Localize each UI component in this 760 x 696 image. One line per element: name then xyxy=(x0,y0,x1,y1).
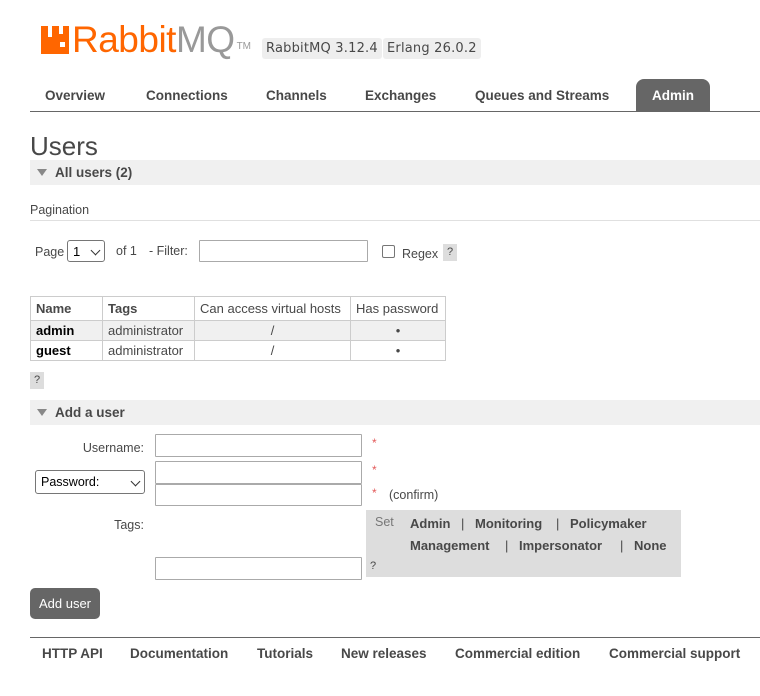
page-select-value: 1 xyxy=(73,243,81,259)
tag-option-none[interactable]: None xyxy=(634,538,667,553)
tab-connections[interactable]: Connections xyxy=(146,79,228,111)
password-input[interactable] xyxy=(155,461,362,484)
main-nav-tabs: Overview Connections Channels Exchanges … xyxy=(30,79,760,112)
tab-queues-and-streams[interactable]: Queues and Streams xyxy=(475,79,609,111)
collapse-triangle-icon xyxy=(37,409,47,416)
confirm-label: (confirm) xyxy=(389,488,439,502)
page-label: Page xyxy=(35,245,65,259)
page-select[interactable]: 1 xyxy=(67,240,105,262)
all-users-section-toggle[interactable]: All users (2) xyxy=(30,160,760,185)
password-mode-select[interactable]: Password: xyxy=(35,470,145,494)
tab-overview[interactable]: Overview xyxy=(45,79,105,111)
all-users-section-label: All users (2) xyxy=(55,165,133,180)
add-user-button[interactable]: Add user xyxy=(30,588,100,619)
column-header-vhosts: Can access virtual hosts xyxy=(194,296,351,321)
regex-checkbox[interactable] xyxy=(382,245,395,258)
user-name-link[interactable]: admin xyxy=(30,320,103,341)
column-header-name: Name xyxy=(30,296,103,321)
page-count: of 1 xyxy=(116,244,137,258)
password-mode-value: Password: xyxy=(41,475,100,489)
tags-set-label: Set xyxy=(375,515,394,529)
table-row: admin administrator / • xyxy=(30,320,446,341)
footer-divider xyxy=(30,637,760,638)
collapse-triangle-icon xyxy=(37,169,47,176)
tag-option-policymaker[interactable]: Policymaker xyxy=(570,516,647,531)
filter-input[interactable] xyxy=(199,240,368,262)
user-has-password: • xyxy=(350,340,446,361)
chevron-down-icon xyxy=(90,245,101,256)
tag-option-admin[interactable]: Admin xyxy=(410,516,450,531)
tag-separator: | xyxy=(556,516,560,531)
username-input[interactable] xyxy=(155,434,362,457)
regex-label: Regex xyxy=(402,247,439,261)
tag-option-monitoring[interactable]: Monitoring xyxy=(475,516,542,531)
tab-exchanges[interactable]: Exchanges xyxy=(365,79,436,111)
user-has-password: • xyxy=(350,320,446,341)
tag-separator: | xyxy=(461,516,465,531)
logo-trademark: TM xyxy=(236,40,252,52)
tags-input[interactable] xyxy=(155,557,362,580)
tag-option-impersonator[interactable]: Impersonator xyxy=(519,538,602,553)
tags-quick-set-panel: Set Admin | Monitoring | Policymaker Man… xyxy=(366,510,681,577)
table-help-icon[interactable]: ? xyxy=(30,372,44,389)
tag-separator: | xyxy=(620,538,624,553)
footer-link-commercial-support[interactable]: Commercial support xyxy=(609,646,740,661)
erlang-version-badge: Erlang 26.0.2 xyxy=(383,38,481,59)
add-user-section-toggle[interactable]: Add a user xyxy=(30,400,760,425)
logo-text-mq: MQ xyxy=(175,19,235,60)
user-tags: administrator xyxy=(102,340,195,361)
tag-separator: | xyxy=(505,538,509,553)
table-row: guest administrator / • xyxy=(30,340,446,361)
pagination-divider xyxy=(30,220,760,221)
column-header-has-password: Has password xyxy=(350,296,446,321)
tags-label: Tags: xyxy=(114,518,144,532)
username-required-mark: * xyxy=(372,436,377,450)
filter-help-icon[interactable]: ? xyxy=(443,244,457,261)
user-name-link[interactable]: guest xyxy=(30,340,103,361)
users-table: Name Tags Can access virtual hosts Has p… xyxy=(30,296,446,361)
footer-link-new-releases[interactable]: New releases xyxy=(341,646,427,661)
logo-text-rabbit: Rabbit xyxy=(72,19,176,60)
rabbitmq-logo-icon xyxy=(40,25,70,55)
filter-label: - Filter: xyxy=(149,244,188,258)
footer-link-documentation[interactable]: Documentation xyxy=(130,646,228,661)
rabbitmq-logo: Rabbit MQ TM xyxy=(40,20,251,60)
rabbitmq-version-badge: RabbitMQ 3.12.4 xyxy=(262,38,382,59)
user-vhosts: / xyxy=(194,320,351,341)
tab-channels[interactable]: Channels xyxy=(266,79,327,111)
footer-link-http-api[interactable]: HTTP API xyxy=(42,646,103,661)
page-title: Users xyxy=(30,131,98,161)
tab-admin[interactable]: Admin xyxy=(636,79,710,111)
tags-help-icon[interactable]: ? xyxy=(370,560,376,572)
add-user-section-label: Add a user xyxy=(55,405,125,420)
user-vhosts: / xyxy=(194,340,351,361)
users-table-header: Name Tags Can access virtual hosts Has p… xyxy=(30,296,446,321)
confirm-required-mark: * xyxy=(372,486,377,500)
footer-link-commercial-edition[interactable]: Commercial edition xyxy=(455,646,580,661)
password-required-mark: * xyxy=(372,463,377,477)
chevron-down-icon xyxy=(130,476,141,487)
tag-option-management[interactable]: Management xyxy=(410,538,489,553)
password-confirm-input[interactable] xyxy=(155,484,362,506)
user-tags: administrator xyxy=(102,320,195,341)
footer-link-tutorials[interactable]: Tutorials xyxy=(257,646,313,661)
pagination-label: Pagination xyxy=(30,203,90,217)
column-header-tags: Tags xyxy=(102,296,195,321)
username-label: Username: xyxy=(82,441,144,455)
